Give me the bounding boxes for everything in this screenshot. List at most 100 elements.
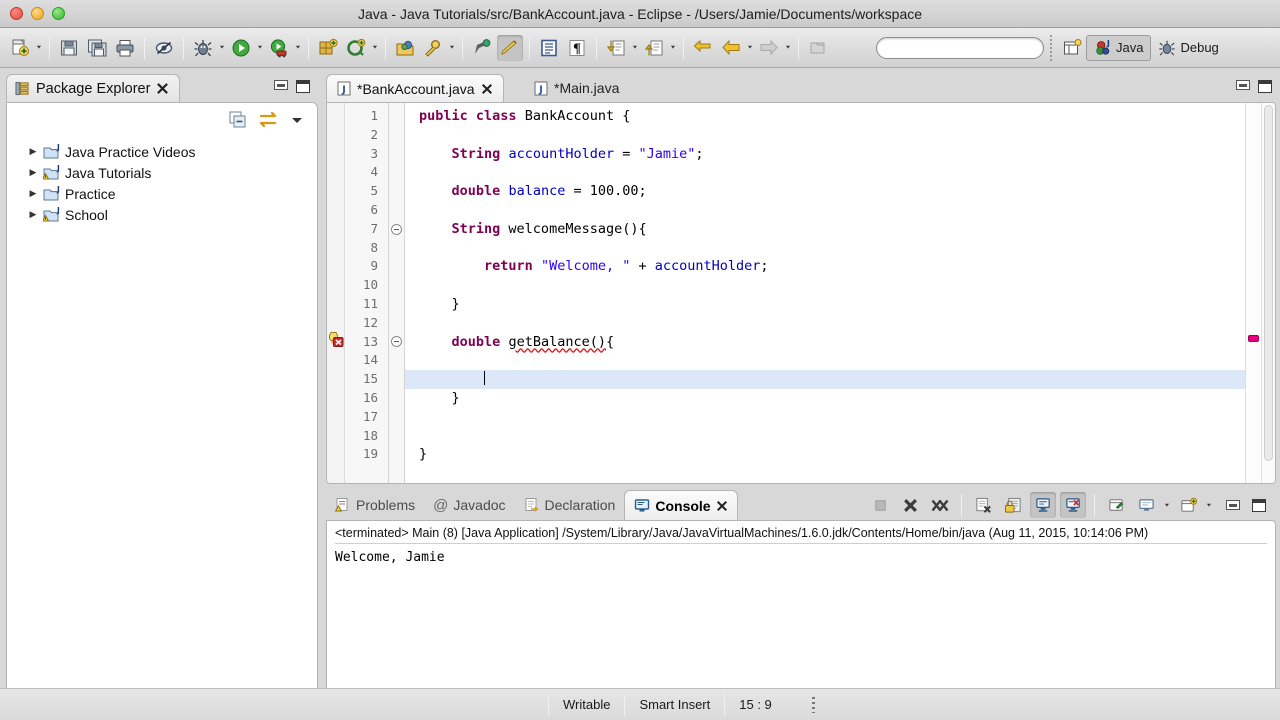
code-line[interactable] [405,126,1245,145]
minimize-icon[interactable] [274,80,288,90]
maximize-icon[interactable] [1258,80,1272,93]
debug-button[interactable] [190,35,216,61]
close-window-button[interactable] [10,7,23,20]
display-selected-console-dropdown[interactable] [1162,492,1172,518]
open-console-button[interactable] [1175,492,1201,518]
code-line[interactable] [405,370,1245,389]
code-line[interactable] [405,239,1245,258]
perspective-debug[interactable]: Debug [1151,35,1225,61]
minimize-icon[interactable] [1236,80,1250,90]
minimize-icon[interactable] [1226,500,1240,510]
tab-declaration[interactable]: Declaration [515,490,625,520]
tab-javadoc[interactable]: @ Javadoc [424,490,514,520]
code-line[interactable] [405,201,1245,220]
overview-ruler[interactable] [1245,103,1261,483]
tree-item-school[interactable]: J School [27,204,317,225]
quick-access-input[interactable] [876,36,1044,59]
collapse-fold-icon[interactable] [391,336,402,348]
tree-item-java-practice-videos[interactable]: J Java Practice Videos [27,141,317,162]
save-all-button[interactable] [84,35,110,61]
quickfix-error-icon[interactable] [327,331,344,347]
run-button[interactable] [228,35,254,61]
forward-button[interactable] [756,35,782,61]
back-button[interactable] [718,35,744,61]
code-line[interactable]: } [405,295,1245,314]
code-line[interactable]: } [405,389,1245,408]
code-line[interactable]: String accountHolder = "Jamie"; [405,145,1245,164]
tree-item-java-tutorials[interactable]: J Java Tutorials [27,162,317,183]
external-tools-button[interactable] [266,35,292,61]
twisty-icon[interactable] [27,167,39,178]
show-console-on-error-button[interactable] [1060,492,1086,518]
debug-dropdown[interactable] [217,35,227,61]
link-with-editor-icon[interactable] [257,111,279,129]
collapse-all-icon[interactable] [229,111,247,129]
save-button[interactable] [56,35,82,61]
back-dropdown[interactable] [745,35,755,61]
maximize-icon[interactable] [1252,498,1266,512]
editor-marker-column[interactable] [327,103,345,483]
minimize-window-button[interactable] [31,7,44,20]
perspective-java[interactable]: J Java [1086,34,1152,61]
open-type-button[interactable] [392,35,418,61]
last-edit-location-button[interactable] [690,35,716,61]
external-tools-dropdown[interactable] [293,35,303,61]
twisty-icon[interactable] [27,188,39,199]
code-line[interactable]: String welcomeMessage(){ [405,220,1245,239]
tab-main-java[interactable]: J *Main.java [524,74,629,102]
toggle-mark-occurrences-button[interactable] [151,35,177,61]
code-line[interactable] [405,163,1245,182]
twisty-icon[interactable] [27,209,39,220]
overview-error-marker[interactable] [1248,335,1259,342]
fold-slot[interactable] [389,220,404,239]
code-line[interactable]: double getBalance(){ [405,333,1245,352]
close-x-icon[interactable] [156,82,169,95]
code-line[interactable] [405,408,1245,427]
new-wizard-dropdown[interactable] [34,35,44,61]
terminate-button[interactable] [867,492,893,518]
show-whitespace-button[interactable]: ¶ [564,35,590,61]
display-selected-console-button[interactable] [1133,492,1159,518]
print-button[interactable] [112,35,138,61]
forward-dropdown[interactable] [783,35,793,61]
search-button[interactable] [420,35,446,61]
code-line[interactable]: return "Welcome, " + accountHolder; [405,257,1245,276]
previous-annotation-button[interactable] [641,35,667,61]
show-console-on-output-button[interactable] [1030,492,1056,518]
code-folding-column[interactable] [389,103,405,483]
fold-slot[interactable] [389,333,404,352]
new-java-package-button[interactable] [315,35,341,61]
scrollbar-thumb[interactable] [1264,105,1273,461]
tree-item-practice[interactable]: J Practice [27,183,317,204]
new-java-class-button[interactable] [343,35,369,61]
tab-bankaccount-java[interactable]: J *BankAccount.java [326,74,504,102]
status-resize-grip[interactable] [811,696,815,713]
twisty-icon[interactable] [27,146,39,157]
remove-all-terminated-button[interactable] [927,492,953,518]
open-task-button[interactable] [469,35,495,61]
code-line[interactable] [405,276,1245,295]
next-annotation-button[interactable] [603,35,629,61]
code-line[interactable] [405,314,1245,333]
clear-console-button[interactable] [970,492,996,518]
code-line[interactable]: } [405,445,1245,464]
close-x-icon[interactable] [716,500,728,512]
view-menu-icon[interactable] [289,112,305,128]
tab-package-explorer[interactable]: Package Explorer [6,74,181,102]
next-annotation-dropdown[interactable] [630,35,640,61]
code-line[interactable] [405,351,1245,370]
toggle-block-selection-button[interactable] [536,35,562,61]
scroll-lock-button[interactable] [1000,492,1026,518]
zoom-window-button[interactable] [52,7,65,20]
tab-console[interactable]: Console [624,490,738,520]
pencil-annotate-button[interactable] [497,34,523,61]
code-editor-text[interactable]: public class BankAccount { String accoun… [405,103,1245,483]
tab-problems[interactable]: Problems [326,490,424,520]
search-dropdown[interactable] [447,35,457,61]
maximize-icon[interactable] [296,80,310,93]
code-line[interactable]: public class BankAccount { [405,107,1245,126]
code-line[interactable] [405,427,1245,446]
run-dropdown[interactable] [255,35,265,61]
collapse-fold-icon[interactable] [391,223,402,235]
remove-launch-button[interactable] [897,492,923,518]
